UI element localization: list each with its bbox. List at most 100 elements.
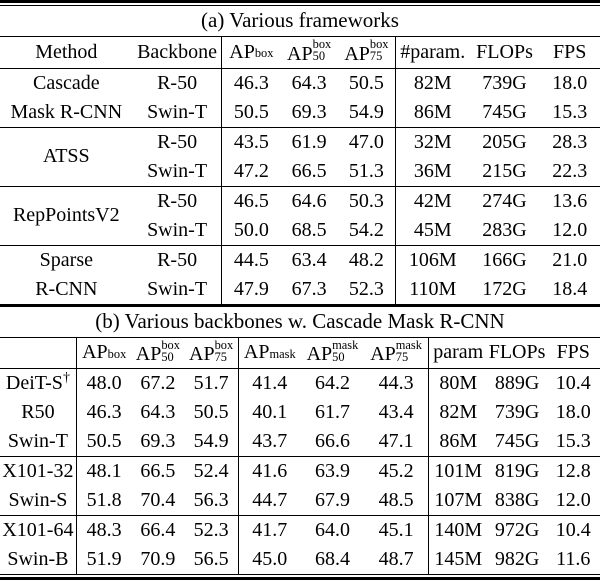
cell-flops: 205G: [469, 126, 540, 157]
cell-flops: 972G: [487, 515, 547, 546]
ap-sup-text: box: [107, 346, 127, 361]
cell-ap-box: 50.5: [75, 427, 132, 457]
cell-backbone: DeiT-S†: [0, 368, 77, 399]
cell-ap-box: 51.8: [75, 486, 132, 516]
cell-ap-box-50: 64.3: [140, 401, 176, 424]
cell-fps: 13.6: [539, 185, 600, 216]
header-params: param: [427, 336, 488, 369]
cell-ap50: 64.3: [280, 67, 339, 98]
cell-backbone: Swin-T: [147, 100, 208, 123]
cell-backbone: X101-32: [0, 456, 77, 487]
table-row: Mask R-CNN Swin-T 50.5 69.3 54.9 86M 745…: [0, 97, 600, 128]
cell-backbone: R-50: [132, 244, 222, 275]
cell-ap-box-50: 66.5: [131, 456, 185, 487]
cell-params: 106M: [394, 244, 470, 275]
header-ap-box-50: AP box 50: [131, 336, 185, 369]
cell-ap-mask-75: 48.7: [378, 548, 414, 571]
cell-fps: 10.4: [546, 368, 600, 399]
table-a-header-row: Method Backbone AP box AP box 50 AP box 75 #p…: [0, 36, 600, 69]
header-ap-box: AP box: [221, 36, 281, 69]
cell-ap-mask-75: 45.1: [364, 515, 429, 546]
header-flops: FLOPs: [487, 336, 547, 369]
cell-ap-box-75: 52.3: [184, 515, 239, 546]
cell-params: 140M: [427, 515, 488, 546]
cell-ap50: 66.5: [291, 159, 327, 182]
cell-ap: 47.9: [221, 274, 281, 304]
cell-ap-box-75: 54.9: [193, 430, 229, 453]
cell-ap-mask-50: 67.9: [314, 489, 350, 512]
cell-fps: 11.6: [556, 548, 591, 571]
dagger-marker: †: [62, 370, 70, 386]
cell-ap-box-50: 70.9: [140, 548, 176, 571]
cell-ap75: 54.2: [348, 218, 384, 241]
cell-backbone: Swin-T: [147, 218, 208, 241]
cell-params: 82M: [394, 67, 470, 98]
cell-ap-box: 48.3: [75, 515, 132, 546]
cell-ap-box: 48.1: [75, 456, 132, 487]
header-ap-mask: AP mask: [237, 336, 301, 369]
cell-ap75: 47.0: [338, 126, 396, 157]
cell-method: Mask R-CNN: [10, 100, 123, 123]
cell-ap-mask-50: 64.0: [300, 515, 365, 546]
ap-sub-text: 75: [369, 48, 383, 63]
table-a-caption-row: (a) Various frameworks: [0, 6, 600, 37]
cell-flops: 819G: [487, 456, 547, 487]
table-row: ATSS R-50 43.5 61.9 47.0 32M 205G 28.3: [0, 126, 600, 187]
cell-ap-box: 46.3: [75, 398, 132, 428]
ap-base-text: AP: [82, 341, 108, 364]
cell-fps: 28.3: [539, 126, 600, 157]
cell-backbone: R50: [21, 401, 55, 424]
ap-base-text: AP: [287, 42, 313, 65]
header-params: #param.: [394, 36, 470, 69]
header-flops: FLOPs: [469, 36, 540, 69]
ap-sup-text: box: [254, 46, 274, 61]
cell-flops: 172G: [482, 277, 527, 300]
cell-ap: 50.5: [221, 97, 281, 128]
cell-flops: 166G: [469, 244, 540, 275]
cell-ap75: 50.3: [338, 185, 396, 216]
cell-ap75: 52.3: [348, 277, 384, 300]
cell-ap-box: 48.0: [75, 368, 132, 399]
cell-flops: 739G: [494, 401, 540, 424]
cell-flops: 982G: [494, 548, 540, 571]
cell-ap-mask: 41.4: [237, 368, 301, 399]
cell-backbone: R-50: [132, 185, 222, 216]
cell-ap-box-75: 51.7: [184, 368, 239, 399]
header-ap-mask-50: AP mask 50: [300, 336, 365, 369]
ap-sub-text: 50: [332, 349, 345, 364]
cell-ap75: 48.2: [338, 244, 396, 275]
table-row: R50 46.3 64.3 50.5 40.1 61.7 43.4 82M 73…: [0, 398, 600, 428]
cell-backbone: R-50: [132, 67, 222, 98]
cell-ap-box-50: 67.2: [131, 368, 185, 399]
cell-ap-mask-50: 66.6: [314, 430, 350, 453]
ap-sub-text: 50: [161, 349, 174, 364]
cell-ap75: 51.3: [348, 159, 384, 182]
ap-base-text: AP: [370, 343, 396, 366]
cell-backbone: Swin-B: [7, 548, 69, 571]
cell-ap50: 64.6: [280, 185, 339, 216]
cell-ap-mask-75: 48.5: [378, 489, 414, 512]
cell-flops: 739G: [469, 67, 540, 98]
header-ap-box-75: AP box 75: [338, 36, 396, 69]
cell-method: Cascade: [0, 67, 133, 98]
cell-ap-mask: 41.7: [237, 515, 301, 546]
cell-flops: 274G: [469, 185, 540, 216]
table-row: X101-64 48.3 66.4 52.3 41.7 64.0 45.1 14…: [0, 515, 600, 546]
cell-params: 145M: [427, 545, 488, 575]
cell-ap: 43.5: [221, 126, 281, 157]
cell-fps: 15.3: [555, 430, 591, 453]
table-row: Swin-S 51.8 70.4 56.3 44.7 67.9 48.5 107…: [0, 486, 600, 516]
table-row: Sparse R-50 44.5 63.4 48.2 106M 166G 21.…: [0, 244, 600, 275]
header-backbone: Backbone: [132, 36, 222, 69]
cell-params: 32M: [394, 126, 470, 157]
table-a-caption: (a) Various frameworks: [201, 8, 399, 32]
ap-sub-text: 75: [214, 349, 227, 364]
cell-ap-box-75: 56.3: [193, 489, 229, 512]
header-method: Method: [0, 36, 133, 69]
cell-backbone-label: DeiT-S: [5, 372, 63, 395]
cell-params: 42M: [394, 185, 470, 216]
cell-params: 36M: [394, 156, 470, 187]
cell-ap75: 54.9: [348, 100, 384, 123]
table-b: (b) Various backbones w. Cascade Mask R-…: [0, 307, 600, 575]
ap-sub-text: 75: [395, 349, 409, 364]
